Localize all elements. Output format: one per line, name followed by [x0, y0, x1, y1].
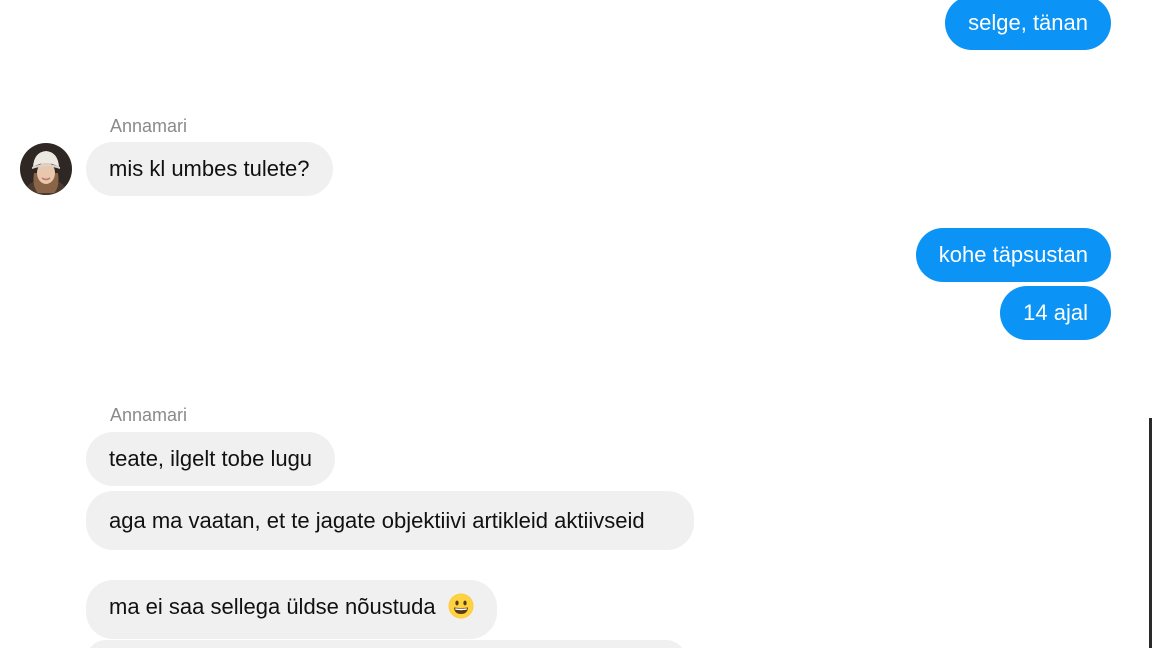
message-text: ma ei saa sellega üldse nõustuda — [109, 594, 436, 619]
outgoing-message-bubble[interactable]: selge, tänan — [945, 0, 1111, 50]
grinning-face-icon — [448, 593, 474, 626]
incoming-message-bubble[interactable]: mis kl umbes tulete? — [86, 142, 333, 196]
outgoing-message-bubble[interactable]: kohe täpsustan — [915, 228, 1111, 282]
message-text: teate, ilgelt tobe lugu — [109, 446, 313, 471]
message-text: mis kl umbes tulete? — [109, 156, 310, 181]
message-text: 14 ajal — [1023, 300, 1088, 325]
message-text: kohe täpsustan — [938, 242, 1088, 267]
user-avatar-icon[interactable] — [20, 143, 72, 195]
message-thread: selge, tänan Annamari mis kl umbes tulet… — [0, 0, 1152, 648]
incoming-message-bubble[interactable]: teate, ilgelt tobe lugu — [86, 432, 336, 486]
incoming-message-bubble[interactable]: ma ei saa sellega üldse nõustuda — [86, 580, 497, 639]
message-text: selge, tänan — [968, 10, 1088, 35]
sender-name: Annamari — [110, 405, 188, 425]
message-text: aga ma vaatan, et te jagate objektiivi a… — [109, 508, 645, 533]
incoming-message-bubble[interactable]: aga ma vaatan, et te jagate objektiivi a… — [86, 491, 694, 550]
sender-name: Annamari — [110, 116, 188, 136]
outgoing-message-bubble[interactable]: 14 ajal — [1000, 286, 1111, 340]
incoming-message-bubble[interactable] — [86, 640, 686, 648]
